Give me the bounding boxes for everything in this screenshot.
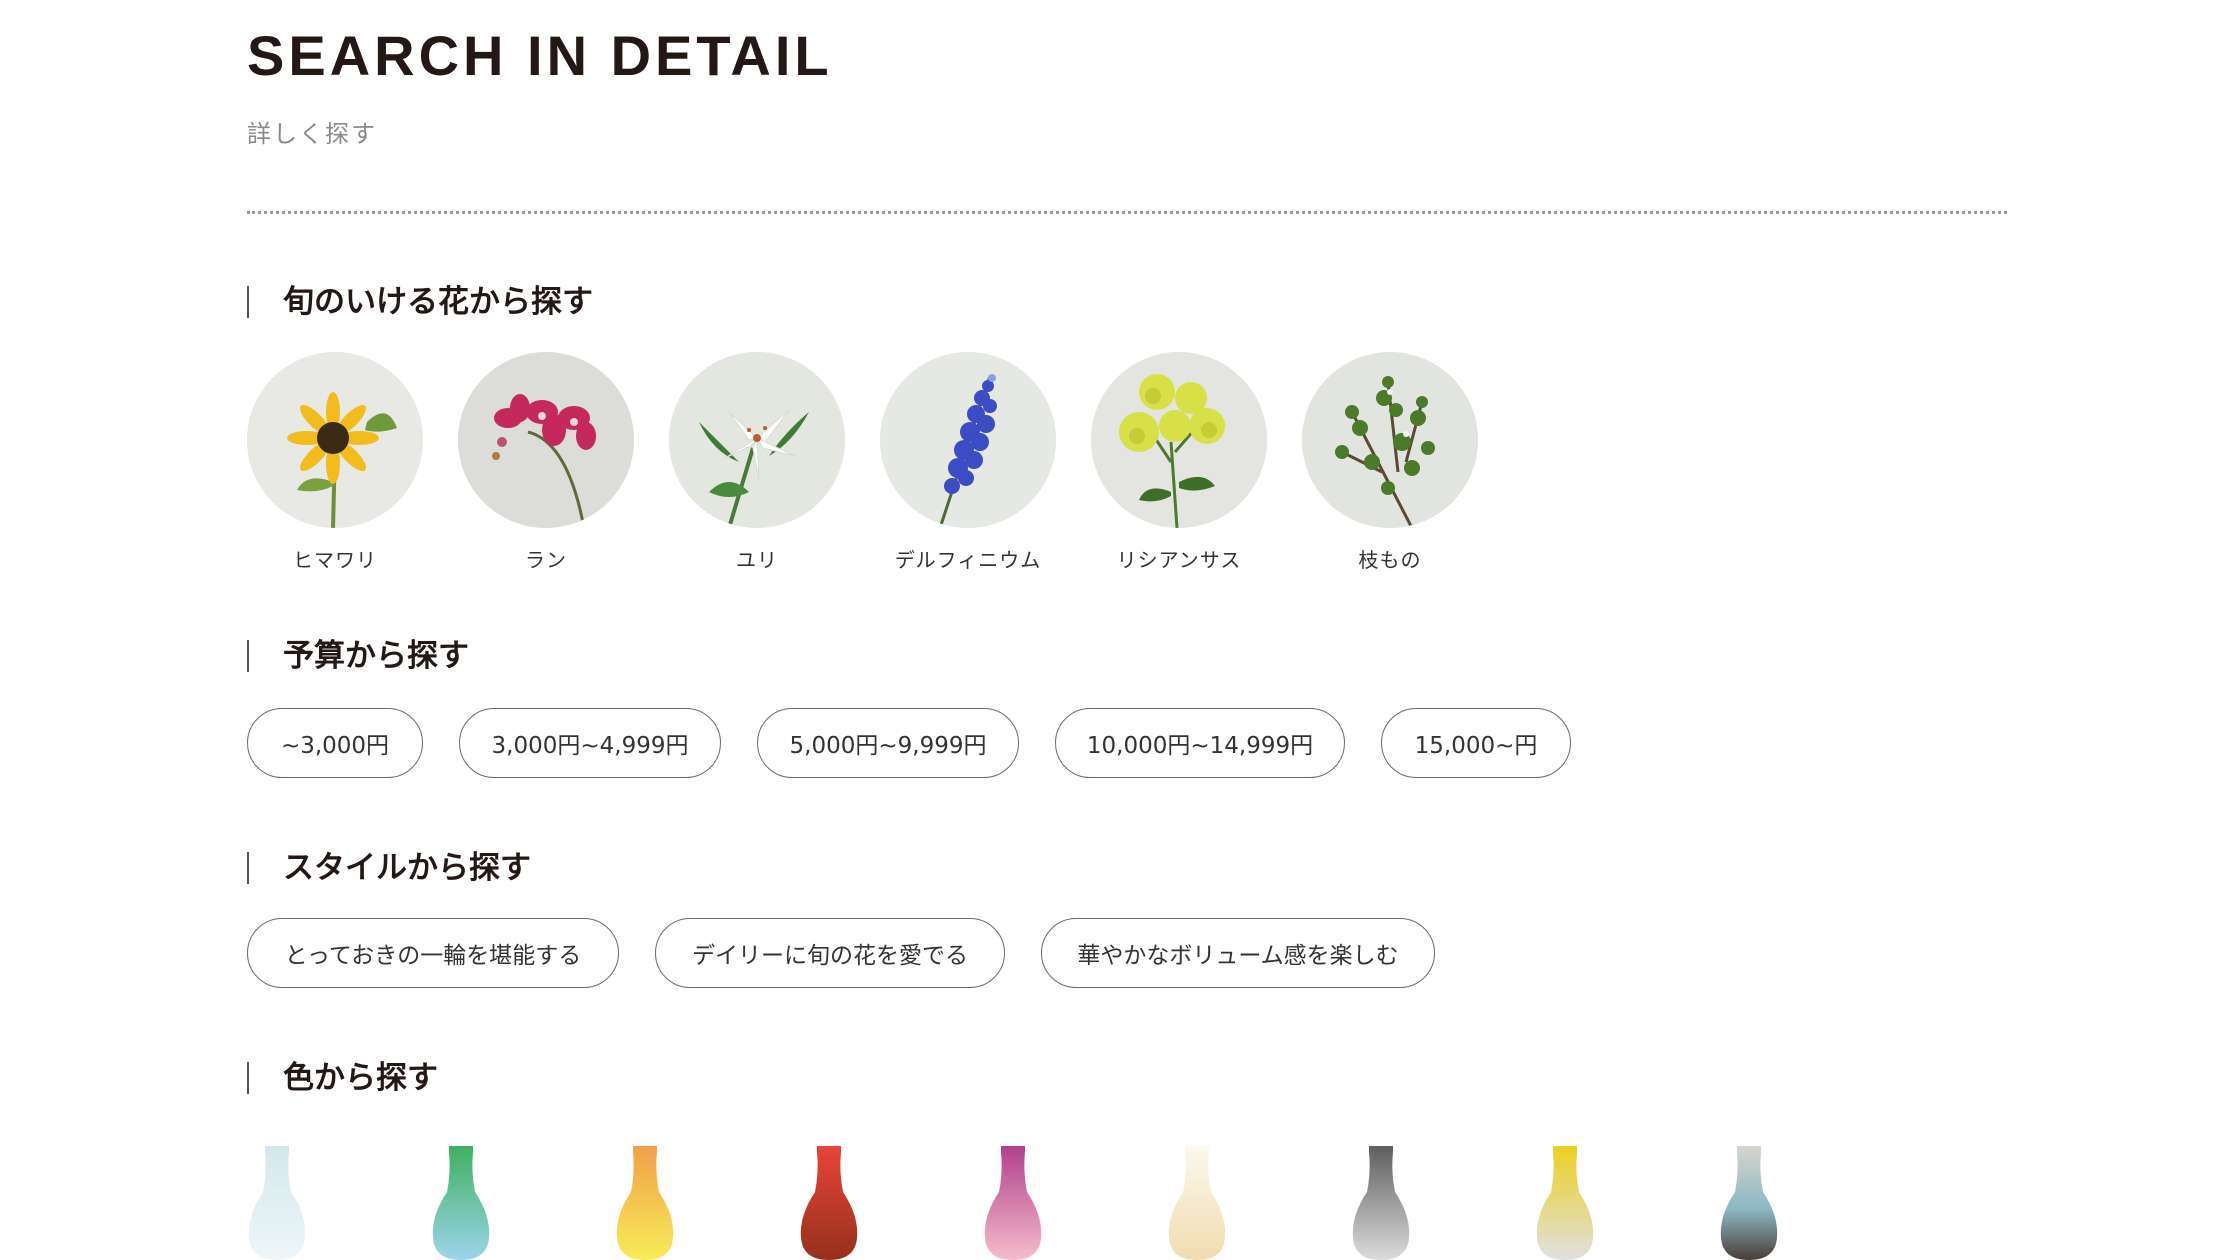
vase-icon [248,1146,306,1260]
color-vase-8[interactable] [1535,1146,1595,1260]
vase-icon [1720,1146,1778,1260]
style-button-single-bloom[interactable]: とっておきの一輪を堪能する [247,918,619,988]
budget-button-under-3000[interactable]: ~3,000円 [247,708,423,778]
flower-label: ヒマワリ [293,548,377,572]
dotted-divider [247,211,2007,214]
seasonal-flower-list: ヒマワリ ラン ユリ デルフィニウム リシアンサス 枝もの [247,352,1513,573]
vase-icon [1352,1146,1410,1260]
style-button-daily-seasonal[interactable]: デイリーに旬の花を愛でる [655,918,1005,988]
flower-label: デルフィニウム [894,548,1042,572]
color-vase-list [247,1146,1903,1260]
lily-icon [669,352,845,528]
delphinium-icon [880,352,1056,528]
color-vase-9[interactable] [1719,1146,1779,1260]
color-vase-5[interactable] [983,1146,1043,1260]
budget-button-10000-14999[interactable]: 10,000円~14,999円 [1055,708,1345,778]
vase-icon [1536,1146,1594,1260]
style-heading: スタイルから探す [247,852,531,884]
vase-icon [800,1146,858,1260]
style-button-volume[interactable]: 華やかなボリューム感を楽しむ [1041,918,1435,988]
flower-label: ユリ [736,548,778,572]
color-vase-4[interactable] [799,1146,859,1260]
sunflower-icon [247,352,423,528]
budget-button-3000-4999[interactable]: 3,000円~4,999円 [459,708,721,778]
vase-icon [1168,1146,1226,1260]
color-vase-1[interactable] [247,1146,307,1260]
vase-icon [984,1146,1042,1260]
color-vase-7[interactable] [1351,1146,1411,1260]
budget-button-5000-9999[interactable]: 5,000円~9,999円 [757,708,1019,778]
seasonal-flowers-heading: 旬のいける花から探す [247,286,593,318]
vase-icon [616,1146,674,1260]
color-heading: 色から探す [247,1062,438,1094]
orchid-icon [458,352,634,528]
flower-item-lily[interactable]: ユリ [669,352,845,573]
budget-button-list: ~3,000円 3,000円~4,999円 5,000円~9,999円 10,0… [247,708,1607,778]
page-title: SEARCH IN DETAIL [247,24,833,87]
color-vase-6[interactable] [1167,1146,1227,1260]
flower-item-lisianthus[interactable]: リシアンサス [1091,352,1267,573]
flower-item-branch[interactable]: 枝もの [1302,352,1478,573]
flower-label: リシアンサス [1116,548,1242,572]
budget-heading: 予算から探す [247,640,469,672]
flower-label: 枝もの [1358,548,1422,572]
color-vase-3[interactable] [615,1146,675,1260]
budget-button-over-15000[interactable]: 15,000~円 [1381,708,1571,778]
flower-item-sunflower[interactable]: ヒマワリ [247,352,423,573]
style-button-list: とっておきの一輪を堪能する デイリーに旬の花を愛でる 華やかなボリューム感を楽し… [247,918,1471,988]
color-vase-2[interactable] [431,1146,491,1260]
branch-icon [1302,352,1478,528]
flower-item-delphinium[interactable]: デルフィニウム [880,352,1056,573]
flower-label: ラン [525,548,567,572]
flower-item-orchid[interactable]: ラン [458,352,634,573]
page-subtitle: 詳しく探す [247,120,377,148]
vase-icon [432,1146,490,1260]
lisianthus-icon [1091,352,1267,528]
